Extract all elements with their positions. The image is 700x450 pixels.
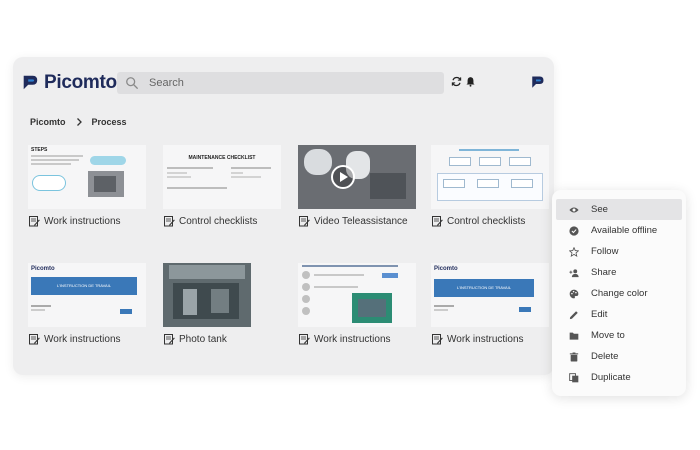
- chevron-right-icon: [76, 118, 82, 126]
- tile-label: Work instructions: [314, 333, 391, 345]
- tile-thumbnail: Picomto L'INSTRUCTION DE TRAVAIL: [28, 263, 146, 327]
- tile-thumbnail: [163, 263, 251, 327]
- eye-icon: [569, 207, 579, 212]
- breadcrumb-item-process[interactable]: Process: [92, 117, 127, 127]
- tile-label: Photo tank: [179, 333, 227, 345]
- picomto-logo-icon: [23, 75, 38, 90]
- search-bar[interactable]: [117, 72, 444, 94]
- breadcrumb-item-picomto[interactable]: Picomto: [30, 117, 66, 127]
- pencil-icon: [569, 310, 578, 319]
- offline-check-icon: [569, 225, 579, 236]
- picomto-corner-logo-icon: [532, 76, 544, 88]
- menu-item-change-color[interactable]: Change color: [552, 283, 686, 304]
- tile-label: Work instructions: [44, 333, 121, 345]
- photo-doc-icon: [164, 334, 175, 345]
- tile-thumbnail: [298, 263, 416, 327]
- sync-icon[interactable]: [451, 76, 462, 87]
- work-instruction-doc-icon: [299, 334, 310, 345]
- tile-label: Video Teleassistance: [314, 215, 408, 227]
- menu-item-edit[interactable]: Edit: [552, 304, 686, 325]
- app-logo[interactable]: Picomto: [21, 72, 117, 94]
- menu-item-move-to[interactable]: Move to: [552, 325, 686, 346]
- tile-control-checklists-2[interactable]: Control checklists: [431, 145, 549, 227]
- app-name: Picomto: [44, 72, 117, 93]
- tile-label: Control checklists: [447, 215, 526, 227]
- work-instruction-doc-icon: [29, 216, 40, 227]
- menu-item-share[interactable]: Share: [552, 262, 686, 283]
- tile-thumbnail: [298, 145, 416, 209]
- search-input[interactable]: [149, 77, 429, 89]
- tile-thumbnail: MAINTENANCE CHECKLIST: [163, 145, 281, 209]
- star-icon: [569, 246, 579, 257]
- folder-icon: [569, 332, 579, 340]
- video-doc-icon: [299, 216, 310, 227]
- trash-icon: [569, 352, 579, 361]
- tile-photo-tank[interactable]: Photo tank: [163, 263, 281, 345]
- tile-thumbnail: Picomto L'INSTRUCTION DE TRAVAIL: [431, 263, 549, 327]
- context-menu: See Available offline Follow Share Chang…: [552, 190, 686, 396]
- app-window: Picomto Picomto Process S: [13, 57, 554, 375]
- tile-work-instructions-2[interactable]: Picomto L'INSTRUCTION DE TRAVAIL Work in…: [28, 263, 146, 345]
- thumb-brand: Picomto: [434, 266, 458, 272]
- thumb-banner: L'INSTRUCTION DE TRAVAIL: [434, 279, 534, 297]
- thumb-brand: Picomto: [31, 266, 55, 272]
- tile-work-instructions-3[interactable]: Work instructions: [298, 263, 416, 345]
- menu-item-delete[interactable]: Delete: [552, 346, 686, 367]
- checklist-doc-icon: [432, 216, 443, 227]
- share-user-icon: [569, 268, 579, 277]
- tile-thumbnail: STEPS: [28, 145, 146, 209]
- tile-thumbnail: [431, 145, 549, 209]
- tile-video-teleassistance[interactable]: Video Teleassistance: [298, 145, 416, 227]
- palette-icon: [569, 289, 579, 298]
- duplicate-icon: [569, 372, 579, 382]
- search-icon: [126, 77, 138, 89]
- tile-label: Work instructions: [44, 215, 121, 227]
- menu-item-duplicate[interactable]: Duplicate: [552, 367, 686, 388]
- tile-work-instructions-4[interactable]: Picomto L'INSTRUCTION DE TRAVAIL Work in…: [431, 263, 549, 345]
- thumb-banner: L'INSTRUCTION DE TRAVAIL: [31, 277, 137, 295]
- work-instruction-doc-icon: [29, 334, 40, 345]
- thumb-heading: STEPS: [31, 147, 48, 153]
- work-instruction-doc-icon: [432, 334, 443, 345]
- bell-icon[interactable]: [465, 76, 476, 87]
- tile-control-checklists-1[interactable]: MAINTENANCE CHECKLIST Control checklists: [163, 145, 281, 227]
- tile-label: Control checklists: [179, 215, 258, 227]
- menu-item-available-offline[interactable]: Available offline: [552, 220, 686, 241]
- thumb-heading: MAINTENANCE CHECKLIST: [188, 155, 256, 161]
- tile-work-instructions-1[interactable]: STEPS Work instructions: [28, 145, 146, 227]
- checklist-doc-icon: [164, 216, 175, 227]
- tile-label: Work instructions: [447, 333, 524, 345]
- play-icon[interactable]: [339, 172, 349, 182]
- breadcrumb: Picomto Process: [30, 117, 127, 127]
- menu-item-see[interactable]: See: [556, 199, 682, 220]
- menu-item-follow[interactable]: Follow: [552, 241, 686, 262]
